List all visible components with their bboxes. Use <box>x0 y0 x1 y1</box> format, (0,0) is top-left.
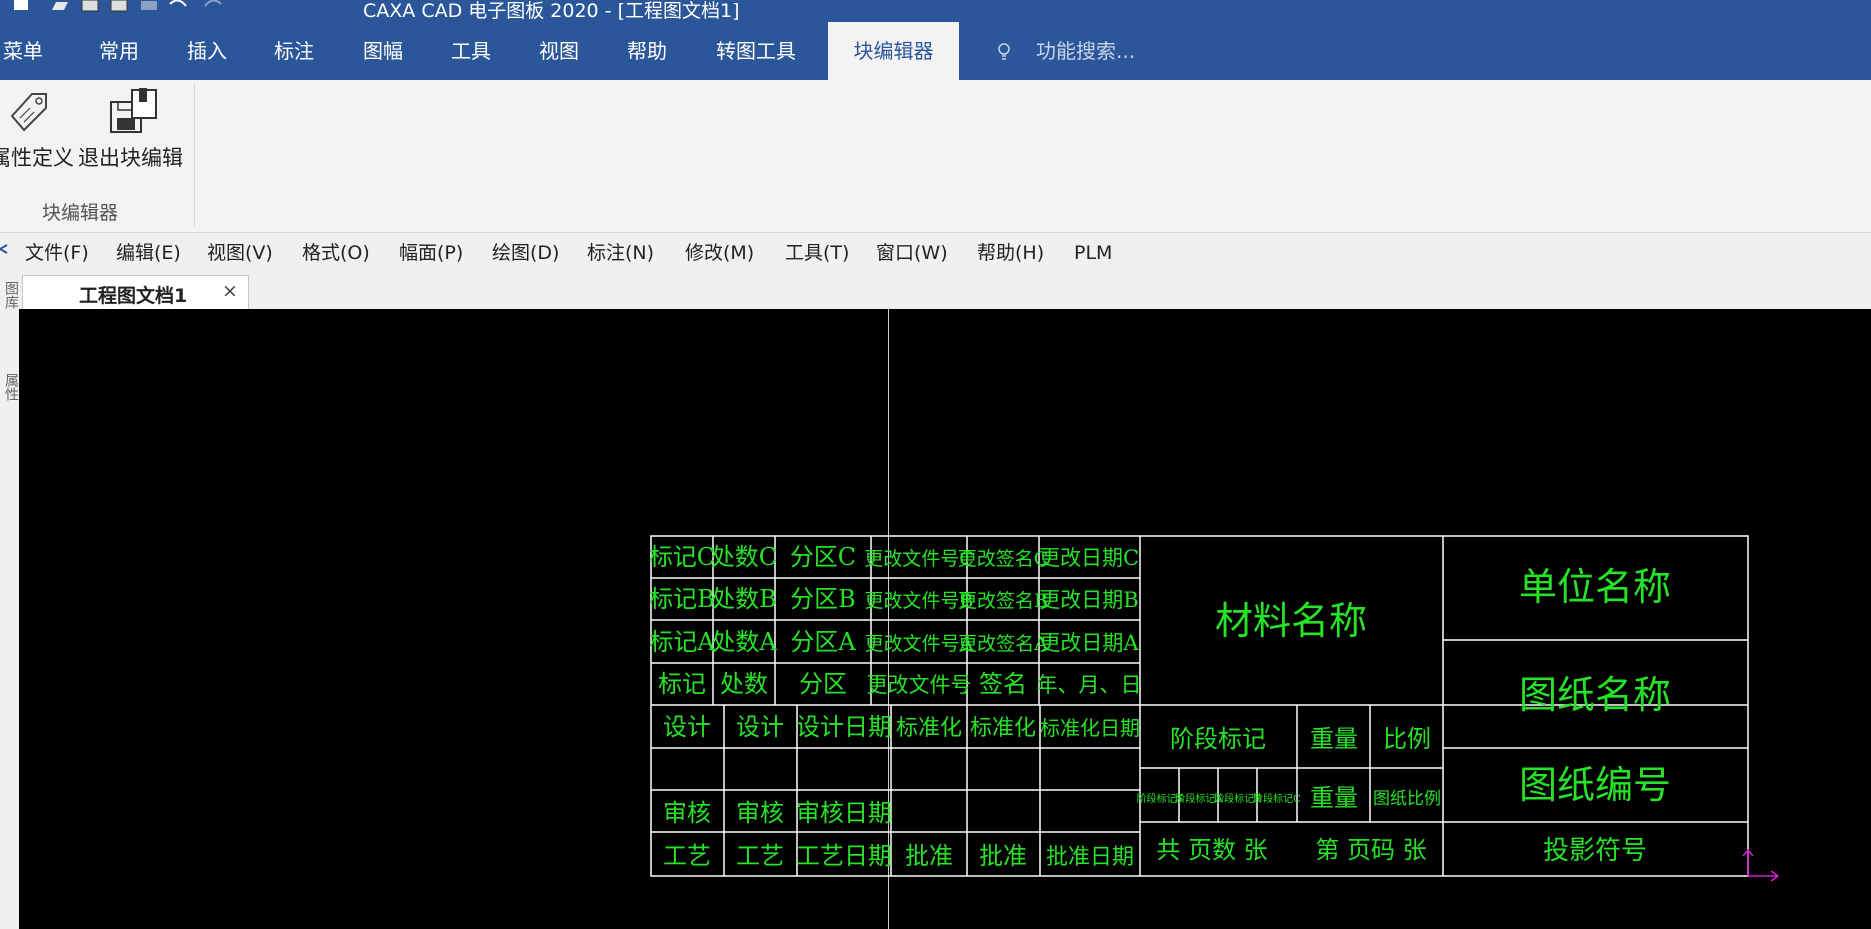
rev-cell: 更改日期B <box>1039 588 1138 612</box>
rev-cell: 处数C <box>711 543 777 571</box>
rev-cell: 处数A <box>711 628 777 656</box>
drawing-number: 图纸编号 <box>1519 763 1671 807</box>
sign-cell: 工艺 <box>663 842 711 870</box>
sign-cell: 标准化 <box>896 716 962 741</box>
sign-cell: 工艺日期 <box>796 842 892 870</box>
page-number: 第 页码 张 <box>1315 836 1426 864</box>
sign-cell: 批准日期 <box>1046 845 1134 870</box>
rev-cell: 更改日期A <box>1039 631 1139 655</box>
sign-cell: 标准化 <box>970 716 1036 741</box>
company-name: 单位名称 <box>1519 565 1671 609</box>
scale-value: 图纸比例 <box>1373 789 1441 809</box>
signature-rows: 设计 设计 设计日期 标准化 标准化 标准化日期 审核 审核 审核日期 工艺 工… <box>663 713 1140 870</box>
drawing-name: 图纸名称 <box>1519 673 1671 717</box>
sign-cell: 工艺 <box>736 842 784 870</box>
rev-cell: 处数B <box>711 585 777 613</box>
weight-value: 重量 <box>1310 784 1358 812</box>
sign-cell: 设计 <box>663 713 711 741</box>
rev-cell: 更改签名A <box>958 633 1048 655</box>
sign-cell: 审核 <box>663 799 711 827</box>
rev-cell: 签名 <box>979 670 1027 698</box>
rev-cell: 分区B <box>790 585 856 613</box>
rev-cell: 标记A <box>649 628 715 656</box>
sign-cell: 设计日期 <box>796 713 892 741</box>
weight-label: 重量 <box>1310 725 1358 753</box>
rev-cell: 年、月、日 <box>1037 673 1142 697</box>
sign-cell: 批准 <box>979 842 1027 870</box>
title-block-drawing: 标记C 处数C 分区C 更改文件号C 更改签名C 更改日期C 标记B 处数B 分… <box>649 535 1780 882</box>
scale-label: 比例 <box>1383 725 1431 753</box>
material-name: 材料名称 <box>1215 599 1367 643</box>
stage-mark-label: 阶段标记 <box>1170 725 1266 753</box>
rev-cell: 更改日期C <box>1039 546 1139 570</box>
ucs-axis-icon <box>1742 848 1780 882</box>
total-pages: 共 页数 张 <box>1156 836 1267 864</box>
rev-cell: 更改签名C <box>958 548 1049 570</box>
sign-cell: 批准 <box>905 842 953 870</box>
sign-cell: 审核 <box>736 799 784 827</box>
rev-cell: 更改文件号 <box>867 673 972 697</box>
rev-cell: 分区A <box>790 628 856 656</box>
sign-cell: 审核日期 <box>796 799 892 827</box>
rev-cell: 分区 <box>799 670 847 698</box>
sign-cell: 设计 <box>736 713 784 741</box>
title-block-info: 材料名称 阶段标记 重量 比例 阶段标记S 阶段标记A 阶段标记B 阶段标记C … <box>1137 565 1671 866</box>
projection-symbol: 投影符号 <box>1543 836 1647 866</box>
stage-cell: 阶段标记C <box>1253 792 1301 805</box>
rev-cell: 标记 <box>658 670 706 698</box>
rev-cell: 分区C <box>790 543 856 571</box>
rev-cell: 标记C <box>649 543 715 571</box>
rev-cell: 处数 <box>720 670 768 698</box>
sign-cell: 标准化日期 <box>1040 716 1140 740</box>
rev-cell: 更改签名B <box>958 590 1048 612</box>
rev-cell: 标记B <box>649 585 715 613</box>
